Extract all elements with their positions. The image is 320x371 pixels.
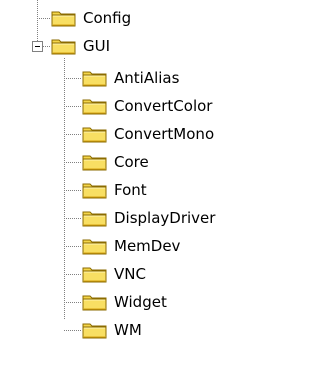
folder-icon: [82, 264, 108, 284]
tree-connector-child: [64, 162, 82, 163]
folder-icon: [82, 180, 108, 200]
tree-item-memdev[interactable]: MemDev: [82, 232, 180, 260]
folder-tree[interactable]: Config GUI AntiAlias ConvertColor Conver…: [0, 0, 254, 371]
tree-item-label: ConvertMono: [114, 125, 215, 143]
tree-item-core[interactable]: Core: [82, 148, 149, 176]
folder-icon: [51, 36, 77, 56]
tree-item-label: GUI: [83, 37, 111, 55]
folder-icon: [82, 236, 108, 256]
tree-item-config[interactable]: Config: [51, 4, 131, 32]
tree-item-label: Font: [114, 181, 147, 199]
tree-item-label: AntiAlias: [114, 69, 180, 87]
tree-connector-child: [64, 302, 82, 303]
tree-connector-gui: [43, 46, 51, 47]
tree-item-label: ConvertColor: [114, 97, 213, 115]
tree-item-label: Config: [83, 9, 132, 27]
tree-connector-config: [37, 18, 51, 19]
tree-item-gui[interactable]: GUI: [51, 32, 110, 60]
folder-icon: [82, 292, 108, 312]
folder-icon: [82, 96, 108, 116]
tree-connector-gui-children: [64, 58, 65, 320]
tree-connector-child: [64, 134, 82, 135]
folder-icon: [82, 124, 108, 144]
tree-item-convertmono[interactable]: ConvertMono: [82, 120, 214, 148]
tree-item-antialias[interactable]: AntiAlias: [82, 64, 179, 92]
tree-item-label: Core: [114, 153, 149, 171]
tree-item-font[interactable]: Font: [82, 176, 147, 204]
tree-item-label: Widget: [114, 293, 167, 311]
tree-item-label: MemDev: [114, 237, 181, 255]
tree-item-wm[interactable]: WM: [82, 316, 142, 344]
folder-icon: [51, 8, 77, 28]
tree-connector-child: [64, 246, 82, 247]
tree-connector-child: [64, 190, 82, 191]
tree-item-label: WM: [114, 321, 142, 339]
tree-connector-child: [64, 78, 82, 79]
tree-item-convertcolor[interactable]: ConvertColor: [82, 92, 212, 120]
tree-item-label: DisplayDriver: [114, 209, 216, 227]
tree-item-widget[interactable]: Widget: [82, 288, 167, 316]
folder-icon: [82, 320, 108, 340]
folder-icon: [82, 68, 108, 88]
tree-connector-root: [37, 0, 38, 46]
tree-item-vnc[interactable]: VNC: [82, 260, 146, 288]
collapse-toggle[interactable]: [32, 41, 43, 52]
folder-icon: [82, 152, 108, 172]
tree-connector-child: [64, 330, 82, 331]
tree-connector-child: [64, 274, 82, 275]
tree-connector-child: [64, 106, 82, 107]
tree-item-displaydriver[interactable]: DisplayDriver: [82, 204, 215, 232]
tree-item-label: VNC: [114, 265, 146, 283]
folder-icon: [82, 208, 108, 228]
tree-connector-child: [64, 218, 82, 219]
